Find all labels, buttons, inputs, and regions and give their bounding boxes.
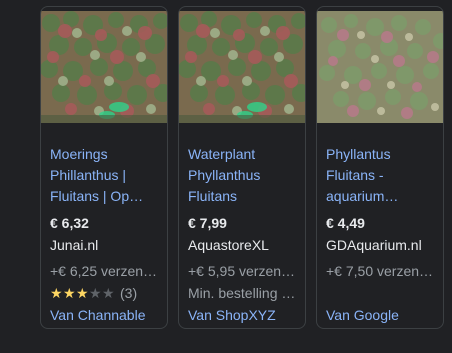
plant-photo: [317, 11, 443, 123]
product-image[interactable]: [317, 11, 443, 123]
shipping-cost: +€ 7,50 verzen…: [326, 263, 434, 279]
plant-photo: [179, 11, 305, 123]
product-image[interactable]: [41, 11, 167, 123]
review-count: (3): [120, 285, 138, 301]
product-title[interactable]: Waterplant Phyllanthus Fluitans: [188, 144, 300, 207]
product-image[interactable]: [179, 11, 305, 123]
product-carousel: Moerings Phillanthus | Fluitans | Op… € …: [0, 0, 452, 353]
product-price: € 6,32: [50, 215, 89, 231]
star-filled-icon: ★: [50, 285, 63, 301]
star-filled-icon: ★: [63, 285, 76, 301]
product-title[interactable]: Phyllantus Fluitans - aquarium…: [326, 144, 438, 207]
plant-photo: [41, 11, 167, 123]
product-price: € 4,49: [326, 215, 365, 231]
rating: ★ ★ ★ ★ ★ (3): [50, 284, 137, 302]
product-title[interactable]: Moerings Phillanthus | Fluitans | Op…: [50, 144, 162, 207]
star-filled-icon: ★: [76, 285, 89, 301]
store-name: Junai.nl: [50, 237, 99, 253]
product-card[interactable]: Phyllantus Fluitans - aquarium… € 4,49 G…: [316, 6, 444, 329]
star-empty-icon: ★: [102, 285, 115, 301]
product-card[interactable]: Moerings Phillanthus | Fluitans | Op… € …: [40, 6, 168, 329]
source-link[interactable]: Van ShopXYZ: [188, 306, 276, 324]
star-empty-icon: ★: [89, 285, 102, 301]
store-name: AquastoreXL: [188, 237, 269, 253]
shipping-cost: +€ 5,95 verzen…: [188, 263, 296, 279]
source-link[interactable]: Van Channable: [50, 306, 145, 324]
store-name: GDAquarium.nl: [326, 237, 422, 253]
product-card[interactable]: Waterplant Phyllanthus Fluitans € 7,99 A…: [178, 6, 306, 329]
shipping-cost: +€ 6,25 verzen…: [50, 263, 158, 279]
minimum-order: Min. bestelling …: [188, 285, 296, 301]
product-price: € 7,99: [188, 215, 227, 231]
source-link[interactable]: Van Google: [326, 306, 399, 324]
